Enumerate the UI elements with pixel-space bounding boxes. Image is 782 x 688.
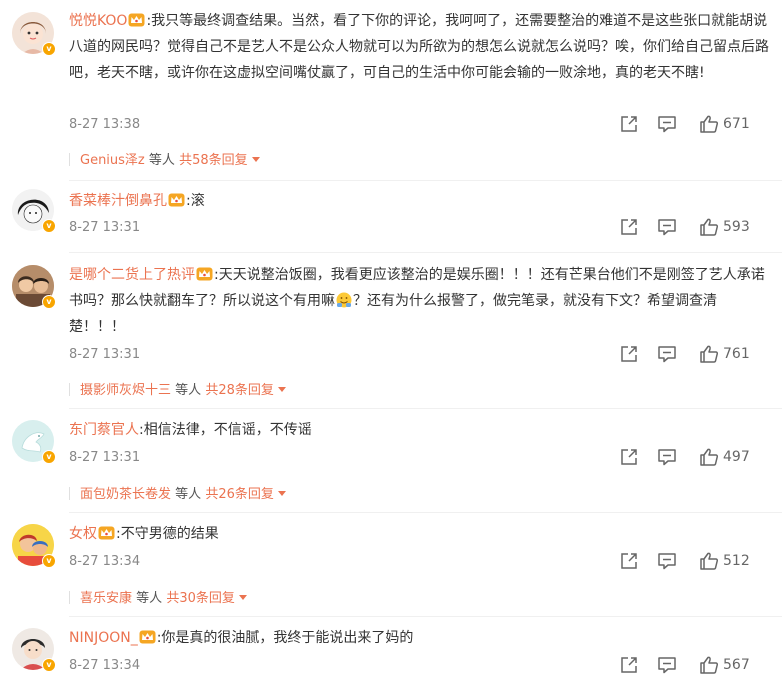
reply-summary[interactable]: 面包奶茶长卷发 等人 共26条回复 bbox=[69, 483, 286, 502]
share-icon[interactable] bbox=[619, 447, 639, 467]
vip-crown-icon bbox=[128, 13, 145, 27]
comment-username[interactable]: 悦悦KOO bbox=[69, 13, 127, 29]
comment-username[interactable]: NINJOON_ bbox=[69, 630, 138, 646]
comment-text: 香菜棒汁倒鼻孔 :滚 bbox=[69, 188, 769, 214]
comment-body: :我只等最终调查结果。当然，看了下你的评论，我呵呵了，还需要整治的难道不是这些张… bbox=[69, 13, 769, 81]
reply-username[interactable]: 喜乐安康 bbox=[80, 591, 132, 606]
reply-count-link[interactable]: 共26条回复 bbox=[205, 487, 274, 502]
vip-crown-icon bbox=[196, 267, 213, 281]
comment-time: 8-27 13:31 bbox=[69, 450, 141, 465]
chevron-down-icon[interactable] bbox=[238, 595, 247, 600]
comment-actions: 567 bbox=[619, 655, 764, 677]
comment-actions: 761 bbox=[619, 344, 764, 366]
reply-count-link[interactable]: 共30条回复 bbox=[166, 591, 235, 606]
verified-badge-icon: v bbox=[42, 450, 56, 464]
comment-body: :相信法律，不信谣，不传谣 bbox=[139, 422, 312, 438]
comment-actions: 671 bbox=[619, 114, 764, 136]
comment-text: NINJOON_ :你是真的很油腻，我终于能说出来了妈的 bbox=[69, 625, 769, 651]
comment-icon[interactable] bbox=[657, 551, 677, 571]
comment-icon[interactable] bbox=[657, 114, 677, 134]
comment-body: :滚 bbox=[186, 193, 205, 209]
chevron-down-icon[interactable] bbox=[251, 157, 260, 162]
reply-summary[interactable]: Genius泽z 等人 共58条回复 bbox=[69, 149, 260, 168]
like-count: 567 bbox=[723, 657, 750, 673]
comment-time: 8-27 13:38 bbox=[69, 117, 141, 132]
like-count: 593 bbox=[723, 219, 750, 235]
comment-divider bbox=[69, 512, 782, 513]
comment-body: :不守男德的结果 bbox=[116, 526, 219, 542]
comment-icon[interactable] bbox=[657, 655, 677, 675]
comment-divider bbox=[69, 408, 782, 409]
reply-divider bbox=[69, 153, 70, 166]
verified-badge-icon: v bbox=[42, 42, 56, 56]
comment-actions: 512 bbox=[619, 551, 764, 573]
comment-actions: 497 bbox=[619, 447, 764, 469]
share-icon[interactable] bbox=[619, 344, 639, 364]
verified-badge-icon: v bbox=[42, 658, 56, 672]
verified-badge-icon: v bbox=[42, 554, 56, 568]
share-icon[interactable] bbox=[619, 217, 639, 237]
like-icon[interactable] bbox=[699, 114, 719, 134]
verified-badge-icon: v bbox=[42, 295, 56, 309]
reply-divider bbox=[69, 591, 70, 604]
comment-divider bbox=[69, 616, 782, 617]
reply-summary[interactable]: 摄影师灰烬十三 等人 共28条回复 bbox=[69, 379, 286, 398]
like-icon[interactable] bbox=[699, 344, 719, 364]
like-count: 512 bbox=[723, 553, 750, 569]
reply-middle: 等人 bbox=[136, 591, 163, 606]
vip-crown-icon bbox=[98, 526, 115, 540]
share-icon[interactable] bbox=[619, 114, 639, 134]
comment-actions: 593 bbox=[619, 217, 764, 239]
reply-username[interactable]: Genius泽z bbox=[80, 153, 145, 168]
comment-time: 8-27 13:34 bbox=[69, 658, 141, 673]
comment-icon[interactable] bbox=[657, 447, 677, 467]
comment-body: :你是真的很油腻，我终于能说出来了妈的 bbox=[156, 630, 414, 646]
comment-divider bbox=[69, 180, 782, 181]
comment-divider bbox=[69, 252, 782, 253]
like-icon[interactable] bbox=[699, 217, 719, 237]
comment-username[interactable]: 东门蔡官人 bbox=[69, 422, 139, 438]
like-icon[interactable] bbox=[699, 447, 719, 467]
reply-middle: 等人 bbox=[175, 383, 202, 398]
share-icon[interactable] bbox=[619, 551, 639, 571]
reply-divider bbox=[69, 383, 70, 396]
reply-count-link[interactable]: 共28条回复 bbox=[205, 383, 274, 398]
reply-username[interactable]: 面包奶茶长卷发 bbox=[80, 487, 171, 502]
comment-time: 8-27 13:31 bbox=[69, 220, 141, 235]
comment-text: 悦悦KOO:我只等最终调查结果。当然，看了下你的评论，我呵呵了，还需要整治的难道… bbox=[69, 8, 769, 86]
comment-text: 东门蔡官人:相信法律，不信谣，不传谣 bbox=[69, 417, 769, 443]
like-icon[interactable] bbox=[699, 551, 719, 571]
like-count: 497 bbox=[723, 449, 750, 465]
like-icon[interactable] bbox=[699, 655, 719, 675]
reply-middle: 等人 bbox=[148, 153, 175, 168]
like-count: 671 bbox=[723, 116, 750, 132]
comment-icon[interactable] bbox=[657, 344, 677, 364]
comment-time: 8-27 13:34 bbox=[69, 554, 141, 569]
chevron-down-icon[interactable] bbox=[277, 387, 286, 392]
comment-username[interactable]: 香菜棒汁倒鼻孔 bbox=[69, 193, 167, 209]
reply-divider bbox=[69, 487, 70, 500]
comment-text: 是哪个二货上了热评:天天说整治饭圈，我看更应该整治的是娱乐圈！！！还有芒果台他们… bbox=[69, 262, 769, 340]
comment-icon[interactable] bbox=[657, 217, 677, 237]
share-icon[interactable] bbox=[619, 655, 639, 675]
like-count: 761 bbox=[723, 346, 750, 362]
reply-summary[interactable]: 喜乐安康 等人 共30条回复 bbox=[69, 587, 247, 606]
vip-crown-icon bbox=[168, 193, 185, 207]
verified-badge-icon: v bbox=[42, 219, 56, 233]
reply-count-link[interactable]: 共58条回复 bbox=[179, 153, 248, 168]
comment-username[interactable]: 是哪个二货上了热评 bbox=[69, 267, 195, 283]
comment-text: 女权 :不守男德的结果 bbox=[69, 521, 769, 547]
comment-username[interactable]: 女权 bbox=[69, 526, 97, 542]
reply-username[interactable]: 摄影师灰烬十三 bbox=[80, 383, 171, 398]
comment-time: 8-27 13:31 bbox=[69, 347, 141, 362]
chevron-down-icon[interactable] bbox=[277, 491, 286, 496]
awkward-smile-emoji-icon bbox=[336, 292, 352, 308]
reply-middle: 等人 bbox=[175, 487, 202, 502]
vip-crown-icon bbox=[139, 630, 156, 644]
